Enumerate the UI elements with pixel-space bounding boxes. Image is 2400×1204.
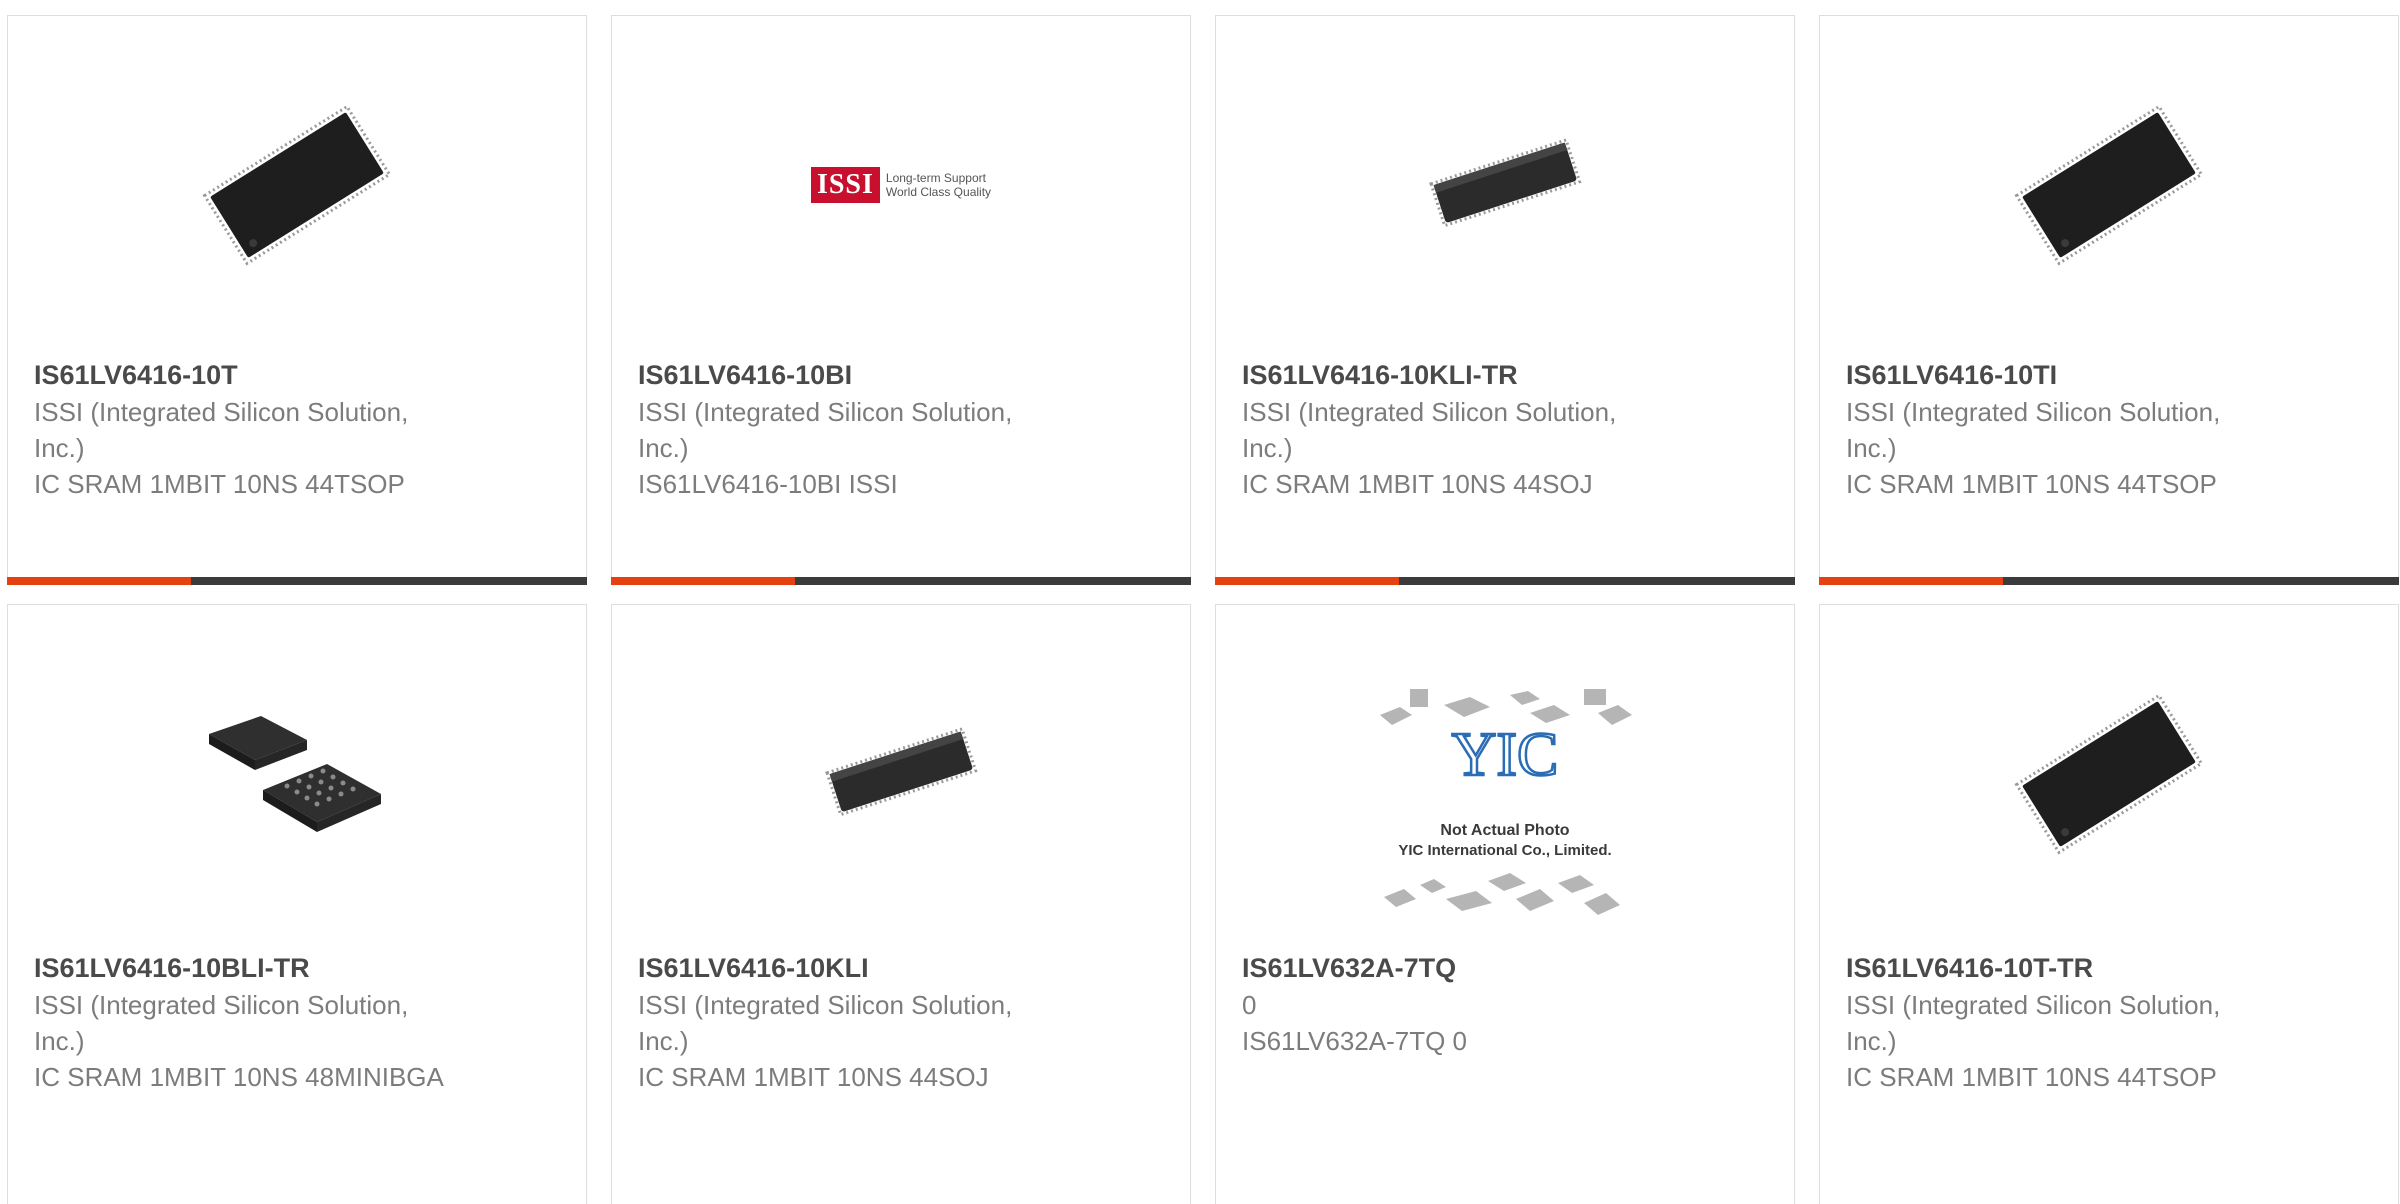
- tsop-chip-image[interactable]: [2007, 672, 2211, 876]
- issi-logo-icon: ISSI: [810, 167, 880, 203]
- product-card[interactable]: YIC Not Actual Photo YIC International C…: [1215, 604, 1795, 1204]
- tsop-chip-image[interactable]: [195, 83, 399, 287]
- card-accent-bar: [1819, 577, 2003, 585]
- issi-logo-image[interactable]: ISSI Long-term Support World Class Quali…: [799, 83, 1003, 287]
- description: IC SRAM 1MBIT 10NS 48MINIBGA: [34, 1062, 444, 1092]
- logo-tagline: World Class Quality: [885, 185, 992, 199]
- description: IC SRAM 1MBIT 10NS 44SOJ: [1242, 469, 1593, 499]
- part-number[interactable]: IS61LV6416-10T-TR: [1846, 949, 2276, 987]
- soj-chip-image[interactable]: [1403, 83, 1607, 287]
- yic-logo-icon: YIC: [1452, 721, 1559, 789]
- product-card[interactable]: IS61LV6416-10TI ISSI (Integrated Silicon…: [1819, 15, 2399, 585]
- part-number[interactable]: IS61LV6416-10T: [34, 356, 464, 394]
- tsop-chip-image[interactable]: [2007, 83, 2211, 287]
- part-number[interactable]: IS61LV6416-10KLI: [638, 949, 1068, 987]
- card-accent-bar: [7, 577, 191, 585]
- part-number[interactable]: IS61LV6416-10BI: [638, 356, 1068, 394]
- manufacturer: ISSI (Integrated Silicon Solution, Inc.): [1242, 397, 1617, 463]
- card-bottom-bar: [1819, 577, 2399, 585]
- product-card[interactable]: IS61LV6416-10T-TR ISSI (Integrated Silic…: [1819, 604, 2399, 1204]
- product-card[interactable]: IS61LV6416-10T ISSI (Integrated Silicon …: [7, 15, 587, 585]
- card-bottom-bar: [1215, 577, 1795, 585]
- product-card[interactable]: IS61LV6416-10BLI-TR ISSI (Integrated Sil…: [7, 604, 587, 1204]
- manufacturer: 0: [1242, 990, 1257, 1020]
- manufacturer: ISSI (Integrated Silicon Solution, Inc.): [34, 397, 409, 463]
- logo-tagline: Long-term Support: [885, 171, 986, 185]
- product-card[interactable]: ISSI Long-term Support World Class Quali…: [611, 15, 1191, 585]
- bga-chip-image[interactable]: [195, 672, 399, 876]
- manufacturer: ISSI (Integrated Silicon Solution, Inc.): [638, 990, 1013, 1056]
- product-card[interactable]: IS61LV6416-10KLI ISSI (Integrated Silico…: [611, 604, 1191, 1204]
- manufacturer: ISSI (Integrated Silicon Solution, Inc.): [638, 397, 1013, 463]
- description: IC SRAM 1MBIT 10NS 44TSOP: [34, 469, 405, 499]
- description: IC SRAM 1MBIT 10NS 44TSOP: [1846, 1062, 2217, 1092]
- placeholder-caption: YIC International Co., Limited.: [1398, 842, 1611, 859]
- card-bottom-bar: [611, 577, 1191, 585]
- part-number[interactable]: IS61LV6416-10TI: [1846, 356, 2276, 394]
- part-number[interactable]: IS61LV632A-7TQ: [1242, 949, 1672, 987]
- manufacturer: ISSI (Integrated Silicon Solution, Inc.): [34, 990, 409, 1056]
- card-accent-bar: [1215, 577, 1399, 585]
- manufacturer: ISSI (Integrated Silicon Solution, Inc.): [1846, 990, 2221, 1056]
- card-bottom-bar: [7, 577, 587, 585]
- description: IS61LV632A-7TQ 0: [1242, 1026, 1467, 1056]
- description: IC SRAM 1MBIT 10NS 44TSOP: [1846, 469, 2217, 499]
- yic-placeholder-image[interactable]: YIC Not Actual Photo YIC International C…: [1370, 685, 1640, 925]
- part-number[interactable]: IS61LV6416-10KLI-TR: [1242, 356, 1672, 394]
- part-number[interactable]: IS61LV6416-10BLI-TR: [34, 949, 464, 987]
- soj-chip-image[interactable]: [799, 672, 1003, 876]
- card-accent-bar: [611, 577, 795, 585]
- product-card[interactable]: IS61LV6416-10KLI-TR ISSI (Integrated Sil…: [1215, 15, 1795, 585]
- description: IC SRAM 1MBIT 10NS 44SOJ: [638, 1062, 989, 1092]
- placeholder-caption: Not Actual Photo: [1440, 822, 1569, 839]
- manufacturer: ISSI (Integrated Silicon Solution, Inc.): [1846, 397, 2221, 463]
- description: IS61LV6416-10BI ISSI: [638, 469, 898, 499]
